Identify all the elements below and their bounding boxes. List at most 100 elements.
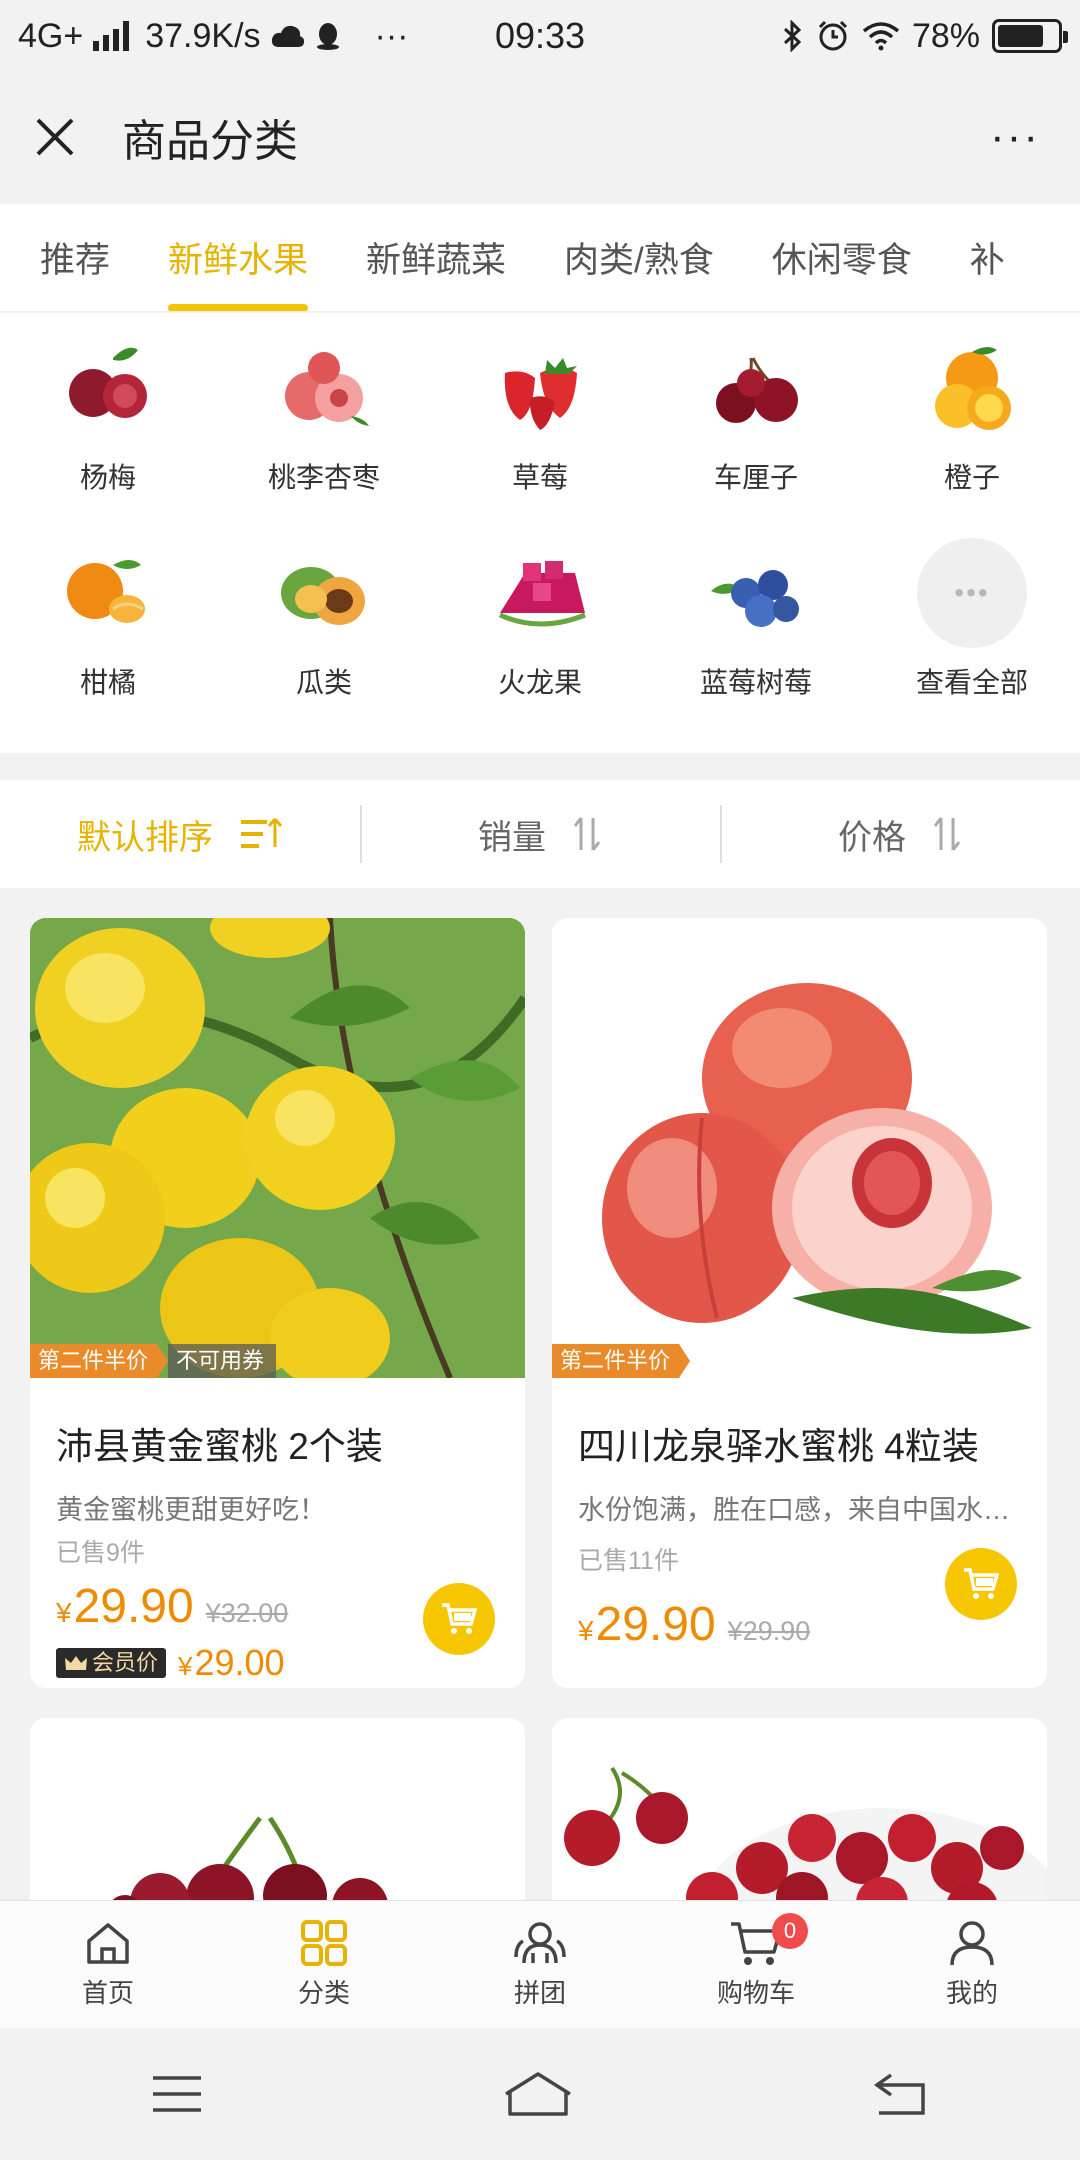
more-dots-icon: ••• (917, 538, 1027, 648)
melon-icon (269, 543, 379, 643)
sort-price-button[interactable]: 价格 (720, 780, 1080, 888)
member-price: ¥29.00 (178, 1642, 285, 1683)
blueberry-icon (701, 543, 811, 643)
promo-badges: 第二件半价 不可用券 (30, 1344, 277, 1378)
category-tabs: 推荐 新鲜水果 新鲜蔬菜 肉类/熟食 休闲零食 补 (0, 204, 1080, 312)
home-icon (87, 1923, 129, 1964)
subcategory-tangerine[interactable]: 柑橘 (0, 543, 216, 748)
original-price: ¥29.90 (727, 1616, 811, 1646)
tab-meat-deli[interactable]: 肉类/熟食 (564, 204, 714, 311)
tangerine-icon (53, 543, 163, 643)
dragon-fruit-icon (485, 543, 595, 643)
product-card[interactable] (30, 1718, 525, 1918)
tab-recommend[interactable]: 推荐 (40, 204, 110, 311)
subcategory-label: 草莓 (511, 462, 568, 493)
nav-profile[interactable]: 我的 (864, 1901, 1080, 2028)
subcategory-strawberry[interactable]: 草莓 (432, 338, 648, 543)
battery-percent: 78% (911, 16, 980, 55)
status-bar: 4G+ 37.9K/s ··· 09:33 78% (0, 0, 1080, 72)
menu-icon[interactable] (149, 2072, 205, 2116)
add-to-cart-button[interactable] (945, 1548, 1017, 1620)
close-icon (36, 118, 74, 156)
cart-icon (442, 1603, 478, 1634)
status-more: ··· (374, 16, 409, 55)
subcategory-label: 杨梅 (79, 462, 136, 493)
category-icon (301, 1920, 347, 1966)
subcategory-melon[interactable]: 瓜类 (216, 543, 432, 748)
subcategory-label: 火龙果 (497, 667, 582, 698)
product-image: 第二件半价 (552, 918, 1047, 1378)
more-button[interactable]: ··· (990, 112, 1050, 162)
nav-label: 拼团 (513, 1978, 566, 2008)
subcategory-view-all[interactable]: ••• 查看全部 (864, 538, 1080, 748)
nav-cart[interactable]: 0 购物车 (648, 1901, 864, 2028)
product-image (30, 1718, 525, 1918)
subcategory-stone-fruit[interactable]: 桃李杏枣 (216, 338, 432, 543)
tab-snacks[interactable]: 休闲零食 (772, 204, 912, 311)
nav-label: 首页 (81, 1978, 134, 2008)
product-name: 沛县黄金蜜桃 2个装 (56, 1426, 383, 1467)
sort-default-button[interactable]: 默认排序 (0, 780, 360, 888)
cherry-icon (701, 338, 811, 438)
subcategory-label: 桃李杏枣 (267, 462, 380, 493)
member-badge: 会员价 (56, 1648, 167, 1678)
subcategory-bayberry[interactable]: 杨梅 (0, 338, 216, 543)
nav-category[interactable]: 分类 (216, 1901, 432, 2028)
nav-group-buy[interactable]: 拼团 (432, 1901, 648, 2028)
subcategory-orange[interactable]: 橙子 (864, 338, 1080, 543)
network-speed: 37.9K/s (145, 16, 261, 55)
cart-icon (964, 1568, 1000, 1599)
sort-sales-button[interactable]: 销量 (360, 780, 720, 888)
product-card[interactable] (552, 1718, 1047, 1918)
promo-badge: 第二件半价 (30, 1344, 169, 1378)
nav-label: 购物车 (716, 1978, 795, 2008)
bluetooth-icon (783, 20, 802, 52)
sort-bar: 默认排序 销量 价格 (0, 780, 1080, 888)
product-name: 四川龙泉驿水蜜桃 4粒装 (578, 1426, 979, 1467)
tab-more-truncated[interactable]: 补 (970, 204, 1005, 311)
back-icon[interactable] (871, 2071, 931, 2117)
more-icon: ··· (990, 112, 1040, 161)
user-icon (950, 1921, 994, 1966)
battery-icon (992, 19, 1068, 53)
close-button[interactable] (30, 112, 80, 162)
subcategory-label: 柑橘 (79, 667, 136, 698)
nav-home[interactable]: 首页 (0, 1901, 216, 2028)
home-button-icon[interactable] (502, 2070, 574, 2118)
promo-badges: 第二件半价 (552, 1344, 691, 1378)
subcategory-grid: 杨梅 桃李杏枣 草莓 车厘子 橙子 柑橘 瓜类 火龙果 蓝莓树莓 ••• 查看全… (0, 313, 1080, 753)
tab-fresh-vegetables[interactable]: 新鲜蔬菜 (366, 204, 506, 311)
promo-badge: 第二件半价 (552, 1344, 691, 1378)
wifi-icon (862, 22, 900, 51)
subcategory-label: 车厘子 (713, 462, 798, 493)
subcategory-label: 瓜类 (295, 667, 352, 698)
cart-count-badge: 0 (772, 1913, 808, 1949)
alarm-icon (818, 20, 847, 51)
nav-label: 分类 (297, 1978, 350, 2008)
sort-arrows-icon (933, 817, 961, 851)
tab-fresh-fruit[interactable]: 新鲜水果 (168, 204, 309, 311)
add-to-cart-button[interactable] (423, 1583, 495, 1655)
product-desc: 黄金蜜桃更甜更好吃！ (56, 1495, 326, 1525)
product-price: ¥29.90 (578, 1598, 716, 1651)
network-type: 4G+ (18, 16, 84, 55)
product-card[interactable]: 第二件半价 四川龙泉驿水蜜桃 4粒装 水份饱满，胜在口感，来自中国水蜜桃之乡 已… (552, 918, 1047, 1688)
bayberry-icon (53, 338, 163, 438)
group-buy-icon (514, 1922, 566, 1964)
strawberry-icon (485, 338, 595, 438)
subcategory-dragon-fruit[interactable]: 火龙果 (432, 543, 648, 748)
subcategory-label: 蓝莓树莓 (699, 667, 812, 698)
cloud-icon (271, 25, 304, 47)
orange-icon (917, 338, 1027, 438)
system-nav-bar (0, 2028, 1080, 2160)
sort-arrows-icon (573, 817, 601, 851)
subcategory-cherry[interactable]: 车厘子 (648, 338, 864, 543)
subcategory-berries[interactable]: 蓝莓树莓 (648, 543, 864, 748)
page-title: 商品分类 (122, 117, 298, 166)
app-header: 商品分类 ··· (0, 72, 1080, 202)
signal-icon (93, 21, 130, 51)
product-desc: 水份饱满，胜在口感，来自中国水蜜桃之乡 (578, 1495, 1047, 1525)
product-sold: 已售9件 (56, 1539, 145, 1567)
product-image (552, 1718, 1047, 1918)
product-card[interactable]: 第二件半价 不可用券 沛县黄金蜜桃 2个装 黄金蜜桃更甜更好吃！ 已售9件 ¥2… (30, 918, 525, 1688)
